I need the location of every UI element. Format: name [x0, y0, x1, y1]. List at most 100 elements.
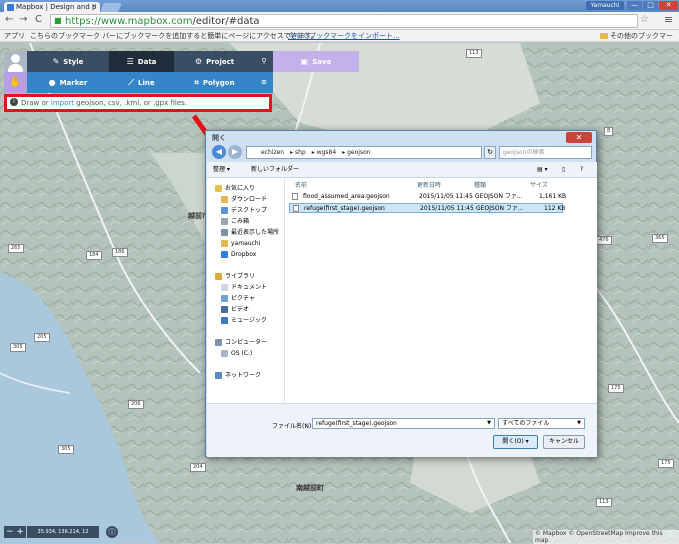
filetype-select[interactable]: すべてのファイル ▼ — [498, 418, 585, 429]
place-label: 南越前町 — [296, 484, 324, 492]
tree-item-music[interactable]: ミュージック — [221, 316, 267, 326]
browser-menu-icon[interactable]: ≡ — [664, 13, 673, 26]
info-icon[interactable]: ⓘ — [106, 526, 118, 538]
path-segment[interactable]: geojson — [347, 149, 370, 156]
preview-pane-icon[interactable]: ▯ — [562, 162, 565, 178]
column-date[interactable]: 更新日時 — [417, 180, 441, 189]
path-segment[interactable]: echizen — [261, 149, 284, 156]
organize-button[interactable]: 整理 ▾ — [213, 162, 230, 178]
view-options-icon[interactable]: ▤ ▾ — [537, 162, 548, 178]
file-name: flood_assumed_area.geojson — [303, 193, 390, 200]
file-date: 2015/11/05 11:45 — [419, 193, 473, 200]
url-input[interactable]: ■ https://www.mapbox.com/editor/#data — [50, 14, 638, 28]
style-button[interactable]: ✎ Style — [27, 51, 109, 72]
browser-title-bar: Mapbox | Design and p × Yamauchi — □ ✕ — [0, 0, 679, 13]
back-icon[interactable]: ← — [5, 14, 13, 25]
save-button[interactable]: ▣ Save — [273, 51, 359, 72]
minimize-button[interactable]: — — [627, 1, 642, 10]
chevron-down-icon[interactable]: ▼ — [487, 419, 491, 428]
dialog-footer: ファイル名(N): refuge(first_stage).geojson ▼ す… — [207, 403, 597, 457]
import-suffix: geojson, csv, .kml, or .gpx files. — [74, 99, 188, 107]
brush-icon: ✎ — [52, 57, 60, 66]
tree-item-network[interactable]: ネットワーク — [215, 371, 261, 381]
route-shield: 365 — [652, 234, 668, 243]
tree-item-trash[interactable]: ごみ箱 — [221, 217, 249, 227]
file-row[interactable]: flood_assumed_area.geojson 2015/11/05 11… — [289, 192, 566, 202]
dialog-body: お気に入り ダウンロード デスクトップ ごみ箱 最近表示した場所 yamauch… — [207, 178, 597, 403]
bookmarks-bar: アプリ こちらのブックマーク バーにブックマークを追加すると簡単にページにアクセ… — [0, 30, 679, 52]
bookmark-star-icon[interactable]: ☆ — [640, 14, 649, 25]
dialog-toolbar: 整理 ▾ 新しいフォルダー ▤ ▾ ▯ ? — [207, 162, 597, 178]
tree-item-recent[interactable]: 最近表示した場所 — [221, 228, 279, 238]
tree-item-videos[interactable]: ビデオ — [221, 305, 249, 315]
documents-icon — [221, 284, 228, 291]
tree-item-drive-c[interactable]: OS (C:) — [221, 349, 252, 359]
dialog-back-icon[interactable]: ◀ — [212, 145, 226, 159]
project-button[interactable]: ⚙ Project — [174, 51, 255, 72]
tree-item-desktop[interactable]: デスクトップ — [221, 206, 267, 216]
tree-item-libraries[interactable]: ライブラリ — [215, 272, 255, 282]
apps-shortcut[interactable]: アプリ — [4, 30, 25, 42]
file-row-selected[interactable]: refuge(first_stage).geojson 2015/11/05 1… — [289, 203, 566, 213]
dialog-forward-icon[interactable]: ▶ — [228, 145, 242, 159]
bookmarks-message: こちらのブックマーク バーにブックマークを追加すると簡単にページにアクセスできま… — [30, 32, 319, 40]
tab-close-icon[interactable]: × — [91, 2, 97, 10]
file-name: refuge(first_stage).geojson — [304, 205, 385, 212]
tree-item-computer[interactable]: コンピューター — [215, 338, 267, 348]
route-shield: 305 — [10, 343, 26, 352]
star-icon — [215, 185, 222, 192]
window-close-button[interactable]: ✕ — [659, 1, 678, 10]
route-shield: 8 — [604, 127, 614, 136]
pictures-icon — [221, 295, 228, 302]
desktop-icon — [221, 207, 228, 214]
dialog-navigation: ◀ ▶ echizen ▸ shp ▸ wgs84 ▸ geojson ↻ geojs… — [212, 145, 592, 160]
forward-icon[interactable]: → — [19, 14, 27, 25]
column-size[interactable]: サイズ — [530, 180, 548, 189]
line-button[interactable]: ⟋ Line — [109, 72, 174, 93]
import-link[interactable]: import — [51, 99, 74, 107]
file-list: 名前 更新日時 種類 サイズ flood_assumed_area.geojso… — [287, 178, 595, 403]
reload-icon[interactable]: C — [35, 14, 42, 25]
mapbox-favicon-icon — [7, 4, 14, 11]
tree-item-dropbox[interactable]: Dropbox — [221, 250, 256, 260]
search-button[interactable]: ⚲ — [255, 51, 273, 72]
music-icon — [221, 317, 228, 324]
refresh-icon[interactable]: ↻ — [484, 146, 496, 159]
layer-list-button[interactable]: ≡ — [255, 72, 273, 93]
open-button[interactable]: 開く(O) ▾ — [493, 435, 538, 449]
tree-item-pictures[interactable]: ピクチャ — [221, 294, 255, 304]
path-breadcrumb[interactable]: echizen ▸ shp ▸ wgs84 ▸ geojson — [246, 146, 482, 159]
tree-item-downloads[interactable]: ダウンロード — [221, 195, 267, 205]
cancel-button[interactable]: キャンセル — [543, 435, 585, 449]
file-size: 112 KB — [544, 205, 566, 212]
marker-button[interactable]: ● Marker — [27, 72, 109, 93]
chevron-down-icon[interactable]: ▼ — [577, 419, 581, 428]
maximize-button[interactable]: □ — [643, 1, 658, 10]
tree-item-user[interactable]: yamauchi — [221, 239, 260, 249]
import-bookmarks-link[interactable]: 今すぐブックマークをインポート... — [288, 30, 400, 42]
column-name[interactable]: 名前 — [295, 180, 307, 189]
path-segment[interactable]: wgs84 — [317, 149, 336, 156]
user-badge[interactable]: Yamauchi — [586, 1, 624, 10]
column-type[interactable]: 種類 — [474, 180, 486, 189]
filename-input[interactable]: refuge(first_stage).geojson ▼ — [312, 418, 495, 429]
new-tab-button[interactable] — [100, 3, 122, 12]
new-folder-button[interactable]: 新しいフォルダー — [251, 162, 299, 178]
folder-icon — [600, 33, 608, 39]
polygon-button[interactable]: ⌗ Polygon — [174, 72, 255, 93]
user-avatar[interactable] — [4, 51, 27, 72]
data-button[interactable]: ☰ Data — [109, 51, 174, 72]
dialog-close-button[interactable]: ✕ — [566, 132, 592, 143]
file-type: GEOJSON ファ... — [475, 193, 523, 200]
map-attribution[interactable]: © Mapbox © OpenStreetMap Improve this ma… — [533, 530, 679, 544]
coordinates-readout: 35.934, 136.214, 12 — [27, 526, 99, 538]
zoom-control[interactable]: − + — [4, 526, 26, 538]
help-icon[interactable]: ? — [580, 162, 583, 178]
path-segment[interactable]: shp — [295, 149, 306, 156]
draw-hand-icon[interactable]: ✋ — [4, 72, 27, 93]
import-prompt: i Draw or import geojson, csv, .kml, or … — [4, 94, 272, 112]
tree-item-favorites[interactable]: お気に入り — [215, 184, 255, 194]
dialog-search-input[interactable]: geojsonの検索 — [499, 146, 592, 159]
file-open-dialog: 開く ✕ ◀ ▶ echizen ▸ shp ▸ wgs84 ▸ geojson ↻ … — [205, 130, 597, 457]
tree-item-documents[interactable]: ドキュメント — [221, 283, 267, 293]
